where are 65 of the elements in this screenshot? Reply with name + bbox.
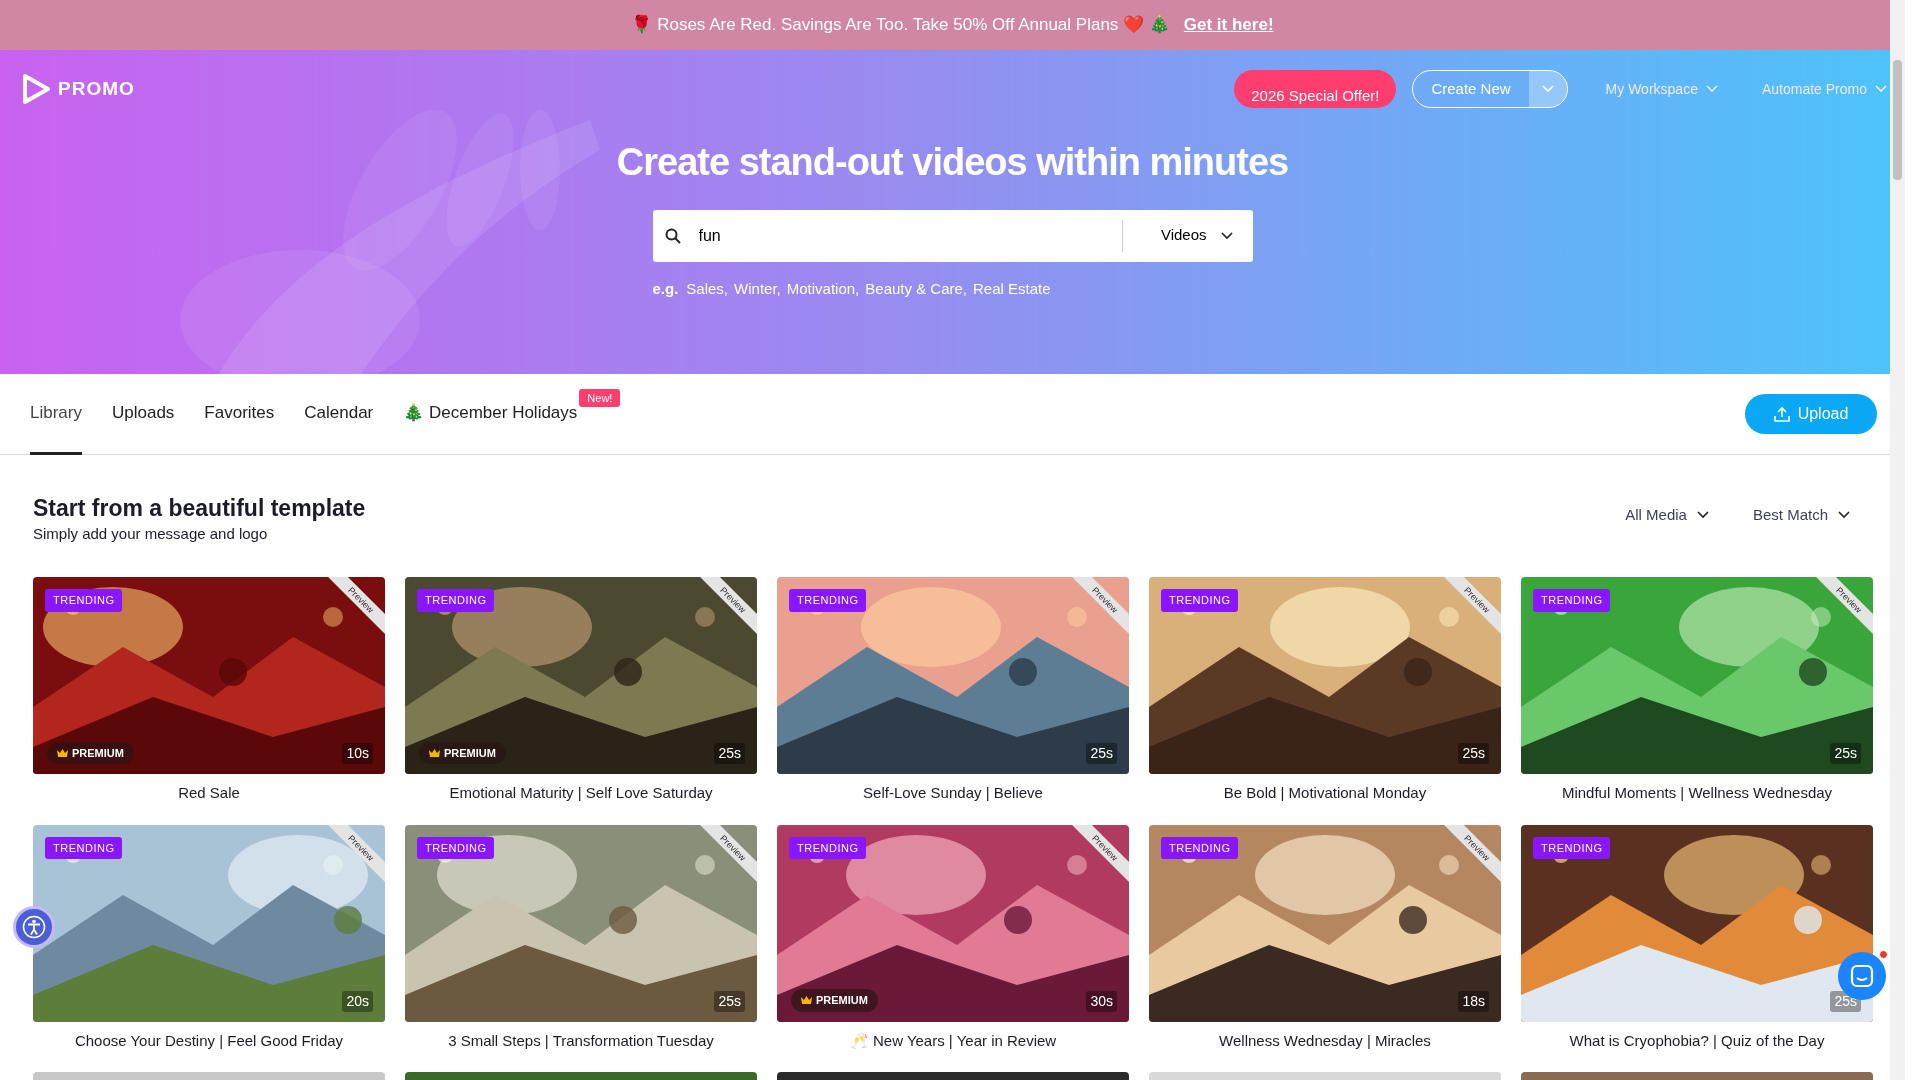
accessibility-button[interactable] <box>13 906 55 948</box>
template-title[interactable]: Wellness Wednesday | Miracles <box>1149 1021 1501 1072</box>
tab[interactable]: Uploads <box>111 373 175 455</box>
dropdown-toggle[interactable] <box>1528 71 1567 107</box>
logo-text: PROMO <box>58 76 135 101</box>
template-title[interactable]: Self-Love Sunday | Believe <box>777 774 1129 825</box>
trending-badge: TRENDING <box>789 836 867 859</box>
template-title[interactable]: What is Cryophobia? | Quiz of the Day <box>1521 1021 1873 1072</box>
duration-text: 10s <box>342 743 373 764</box>
template-title[interactable]: 3 Small Steps | Transformation Tuesday <box>405 1021 757 1072</box>
upload-icon <box>1773 406 1790 422</box>
duration-text: 25s <box>1086 743 1117 764</box>
tab[interactable]: Favorites <box>204 373 275 455</box>
chevron-down-icon <box>1875 85 1887 93</box>
promo-text: 🌹 Roses Are Red. Savings Are Too. Take 50% Off Annual Plans ❤ 🎄 <box>631 13 1170 37</box>
trending-badge: TRENDING <box>45 836 123 859</box>
trending-badge: TRENDING <box>789 589 867 612</box>
notification-dot <box>1879 950 1888 959</box>
trending-badge: TRENDING <box>1161 836 1239 859</box>
filter-dropdown[interactable]: All Media <box>1619 503 1715 528</box>
trending-badge: TRENDING <box>45 589 123 612</box>
trending-badge: TRENDING <box>1161 589 1239 612</box>
section-title: Start from a beautiful template <box>33 495 366 523</box>
crown-icon <box>429 748 440 757</box>
chevron-down-icon <box>1220 231 1233 240</box>
chevron-down-icon <box>1838 511 1850 520</box>
logo-icon <box>22 74 50 104</box>
template-title[interactable]: Red Sale <box>33 774 385 825</box>
trending-badge: TRENDING <box>417 589 495 612</box>
crown-icon <box>801 996 812 1005</box>
scrollbar[interactable] <box>1890 0 1905 1080</box>
filter-dropdown[interactable]: Best Match <box>1746 503 1856 528</box>
chat-icon <box>1850 964 1874 988</box>
trending-badge: TRENDING <box>1533 589 1611 612</box>
tab[interactable]: Library <box>30 373 82 455</box>
section-subtitle: Simply add your message and logo <box>33 523 269 544</box>
template-title[interactable]: Be Bold | Motivational Monday <box>1149 774 1501 825</box>
caret-icon <box>1541 85 1554 93</box>
media-type-dropdown[interactable]: Videos <box>1121 219 1253 252</box>
duration-text: 20s <box>342 990 373 1012</box>
chevron-down-icon <box>1696 511 1709 520</box>
tab[interactable]: Calendar <box>304 373 374 455</box>
examples-label: e.g. <box>652 279 679 297</box>
new-badge: New! <box>579 388 621 407</box>
duration-text: 25s <box>714 990 745 1012</box>
crown-icon <box>57 748 68 757</box>
template-title[interactable]: Choose Your Destiny | Feel Good Friday <box>33 1021 385 1072</box>
premium-badge: PREMIUM <box>419 741 506 764</box>
duration-text: 25s <box>1458 743 1489 764</box>
accessibility-icon <box>22 915 46 939</box>
chevron-down-icon <box>1705 85 1718 93</box>
template-title[interactable]: 🥂 New Years | Year in Review <box>777 1021 1129 1072</box>
duration-text: 30s <box>1086 990 1117 1012</box>
premium-badge: PREMIUM <box>47 741 134 764</box>
trending-badge: TRENDING <box>417 836 495 859</box>
duration-text: 18s <box>1458 990 1489 1012</box>
premium-badge: PREMIUM <box>791 989 878 1012</box>
template-title[interactable]: Mindful Moments | Wellness Wednesday <box>1521 774 1873 825</box>
duration-text: 25s <box>1830 743 1861 764</box>
search-field[interactable]: fun Videos <box>652 209 1253 262</box>
trending-badge: TRENDING <box>1533 836 1611 859</box>
duration-text: 25s <box>714 743 745 764</box>
hero-title: Create stand-out videos within minutes <box>615 140 1290 185</box>
search-icon <box>664 227 681 244</box>
template-title[interactable]: Emotional Maturity | Self Love Saturday <box>405 774 757 825</box>
